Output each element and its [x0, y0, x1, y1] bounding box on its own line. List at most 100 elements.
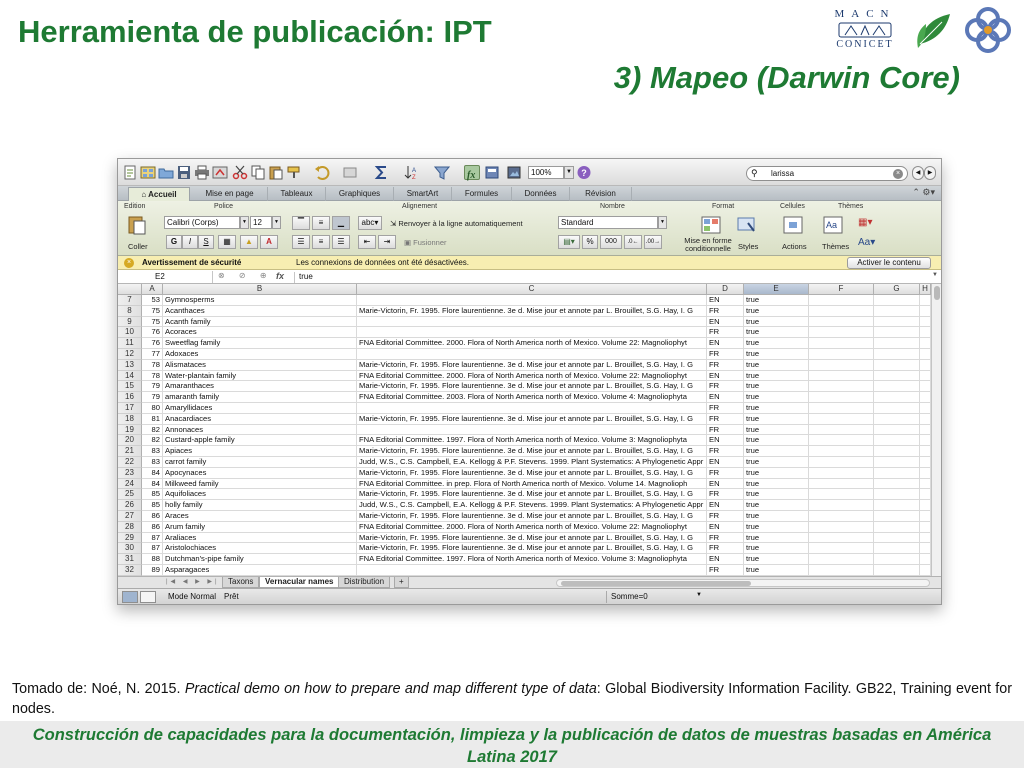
increase-decimal-button[interactable]: .0←: [624, 235, 642, 249]
row-header[interactable]: 9: [118, 316, 142, 328]
column-header-a[interactable]: A: [142, 284, 163, 295]
table-cell[interactable]: holly family: [163, 500, 357, 511]
table-cell[interactable]: FR: [707, 359, 744, 371]
table-cell[interactable]: [920, 554, 931, 565]
sheet-tab-distribution[interactable]: Distribution: [338, 577, 391, 588]
row-header[interactable]: 11: [118, 338, 142, 349]
table-cell[interactable]: 83: [142, 457, 163, 468]
save-icon[interactable]: [176, 165, 192, 180]
table-cell[interactable]: [874, 435, 920, 447]
table-cell[interactable]: true: [744, 511, 809, 522]
table-cell[interactable]: [920, 511, 931, 522]
table-cell[interactable]: [874, 316, 920, 328]
table-cell[interactable]: FR: [707, 565, 744, 576]
table-cell[interactable]: Adoxaces: [163, 349, 357, 360]
undo-icon[interactable]: [314, 165, 330, 180]
table-cell[interactable]: 87: [142, 543, 163, 555]
theme-fonts-icon[interactable]: Aa▾: [858, 237, 875, 248]
redo-icon[interactable]: [342, 165, 358, 180]
table-cell[interactable]: Anacardiaces: [163, 413, 357, 425]
table-cell[interactable]: [809, 532, 874, 544]
new-document-icon[interactable]: [122, 165, 138, 180]
table-cell[interactable]: FR: [707, 489, 744, 501]
font-size-dropdown[interactable]: ▼: [272, 216, 281, 229]
function-icon[interactable]: fx: [464, 165, 480, 181]
tab-tableaux[interactable]: Tableaux: [268, 187, 326, 201]
table-cell[interactable]: [874, 381, 920, 393]
table-cell[interactable]: [809, 295, 874, 306]
table-cell[interactable]: [809, 381, 874, 393]
table-cell[interactable]: amaranth family: [163, 392, 357, 403]
table-cell[interactable]: FR: [707, 511, 744, 522]
themes-label[interactable]: Thèmes: [822, 242, 849, 251]
table-cell[interactable]: FNA Editorial Committee. 2000. Flora of …: [357, 338, 707, 349]
orientation-button[interactable]: abc▾: [358, 216, 382, 230]
vertical-scroll-thumb[interactable]: [934, 286, 940, 300]
table-cell[interactable]: 86: [142, 511, 163, 522]
table-cell[interactable]: Judd, W.S., C.S. Campbell, E.A. Kellogg …: [357, 457, 707, 468]
sheet-tab-taxons[interactable]: Taxons: [222, 577, 260, 588]
table-cell[interactable]: true: [744, 295, 809, 306]
page-layout-view-icon[interactable]: [140, 591, 156, 603]
theme-colors-icon[interactable]: ▦▾: [858, 217, 872, 228]
tab-donnees[interactable]: Données: [512, 187, 570, 201]
table-cell[interactable]: Marie-Victorin, Fr. 1995. Flore laurenti…: [357, 543, 707, 555]
table-cell[interactable]: [920, 403, 931, 414]
filter-icon[interactable]: [434, 165, 450, 180]
table-cell[interactable]: [920, 392, 931, 403]
table-cell[interactable]: EN: [707, 521, 744, 533]
table-cell[interactable]: FR: [707, 381, 744, 393]
font-size-field[interactable]: 12: [250, 216, 272, 229]
table-cell[interactable]: [809, 543, 874, 555]
table-cell[interactable]: Sweetflag family: [163, 338, 357, 349]
table-cell[interactable]: [920, 370, 931, 382]
table-cell[interactable]: Marie-Victorin, Fr. 1995. Flore laurenti…: [357, 511, 707, 522]
table-cell[interactable]: Acanth family: [163, 316, 357, 328]
table-cell[interactable]: Aquifoliaces: [163, 489, 357, 501]
sort-icon[interactable]: AZ: [404, 165, 420, 180]
cell-actions-icon[interactable]: [782, 215, 804, 235]
table-cell[interactable]: [920, 565, 931, 576]
table-cell[interactable]: [809, 349, 874, 360]
row-header[interactable]: 18: [118, 413, 142, 425]
table-cell[interactable]: EN: [707, 338, 744, 349]
row-header[interactable]: 20: [118, 435, 142, 447]
table-cell[interactable]: [809, 457, 874, 468]
table-cell[interactable]: [809, 565, 874, 576]
autosum-icon[interactable]: [374, 165, 390, 180]
table-cell[interactable]: [874, 413, 920, 425]
table-cell[interactable]: [874, 305, 920, 317]
table-cell[interactable]: [809, 511, 874, 522]
help-icon[interactable]: ?: [576, 165, 592, 180]
expand-formula-icon[interactable]: ▼: [932, 272, 938, 278]
table-cell[interactable]: true: [744, 359, 809, 371]
table-cell[interactable]: Acoraces: [163, 327, 357, 339]
font-color-button[interactable]: A: [260, 235, 278, 249]
row-header[interactable]: 17: [118, 403, 142, 414]
table-cell[interactable]: EN: [707, 392, 744, 403]
table-cell[interactable]: Annonaces: [163, 424, 357, 436]
table-cell[interactable]: [874, 370, 920, 382]
table-cell[interactable]: [809, 478, 874, 490]
table-cell[interactable]: [874, 349, 920, 360]
table-cell[interactable]: 78: [142, 370, 163, 382]
row-header[interactable]: 16: [118, 392, 142, 403]
warning-close-icon[interactable]: ×: [124, 258, 134, 268]
table-cell[interactable]: [874, 295, 920, 306]
table-cell[interactable]: FR: [707, 424, 744, 436]
align-center-button[interactable]: ≡: [312, 235, 330, 249]
table-cell[interactable]: [920, 424, 931, 436]
align-left-button[interactable]: ☰: [292, 235, 310, 249]
table-cell[interactable]: [809, 435, 874, 447]
table-cell[interactable]: 75: [142, 316, 163, 328]
table-cell[interactable]: FR: [707, 467, 744, 479]
table-cell[interactable]: [809, 446, 874, 457]
table-cell[interactable]: true: [744, 392, 809, 403]
font-name-field[interactable]: Calibri (Corps): [164, 216, 240, 229]
table-cell[interactable]: Gymnosperms: [163, 295, 357, 306]
table-cell[interactable]: true: [744, 349, 809, 360]
table-cell[interactable]: FR: [707, 349, 744, 360]
row-header[interactable]: 24: [118, 478, 142, 490]
merge-label[interactable]: ▣ Fusionner: [404, 238, 447, 247]
table-cell[interactable]: 80: [142, 403, 163, 414]
